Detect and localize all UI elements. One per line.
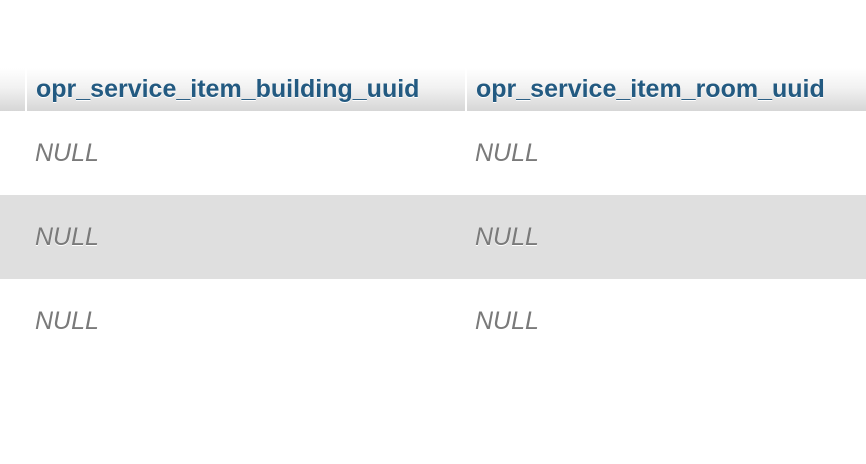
row-actions-header <box>0 68 26 111</box>
table-row: NULL NULL <box>0 111 866 195</box>
column-header-building-uuid[interactable]: opr_service_item_building_uuid <box>25 68 466 111</box>
row-edge-cell <box>0 195 26 279</box>
row-edge-cell <box>0 111 26 195</box>
table-row: NULL NULL <box>0 195 866 279</box>
results-table: opr_service_item_building_uuid opr_servi… <box>0 68 866 363</box>
cell-room-uuid[interactable]: NULL <box>466 279 866 363</box>
results-viewport: opr_service_item_building_uuid opr_servi… <box>0 0 866 464</box>
cell-room-uuid[interactable]: NULL <box>466 195 866 279</box>
cell-room-uuid[interactable]: NULL <box>466 111 866 195</box>
table-row: NULL NULL <box>0 279 866 363</box>
cell-building-uuid[interactable]: NULL <box>26 111 466 195</box>
column-header-room-uuid[interactable]: opr_service_item_room_uuid <box>465 68 866 111</box>
cell-building-uuid[interactable]: NULL <box>26 279 466 363</box>
row-edge-cell <box>0 279 26 363</box>
cell-building-uuid[interactable]: NULL <box>26 195 466 279</box>
header-row: opr_service_item_building_uuid opr_servi… <box>0 68 866 111</box>
